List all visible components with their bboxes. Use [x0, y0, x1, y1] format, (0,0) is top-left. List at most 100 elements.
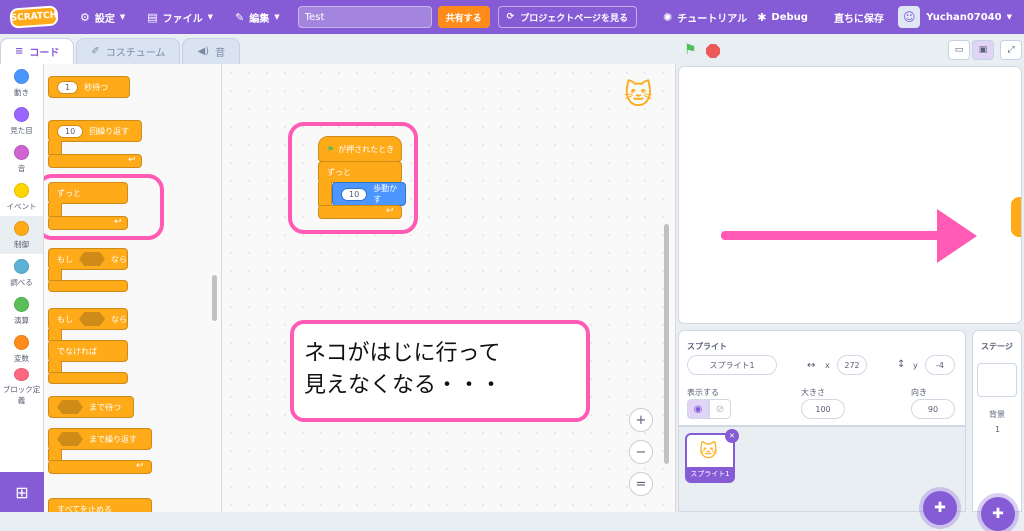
- category-control[interactable]: 制御: [0, 216, 43, 254]
- add-sprite-button[interactable]: ✚: [923, 491, 957, 525]
- debug-button[interactable]: ✱ Debug: [757, 11, 808, 24]
- category-dot-icon: [14, 296, 29, 312]
- stage-controls: ⚑ ▭ ▣ ⤢: [678, 38, 1024, 64]
- sprite-cat-icon: 🐱: [699, 441, 718, 462]
- stop-block[interactable]: すべてを止める: [48, 498, 152, 512]
- stop-icon[interactable]: [706, 44, 720, 58]
- repeat-arm: [48, 141, 62, 155]
- zoom-reset-button[interactable]: =: [629, 472, 653, 496]
- size-label: 大きさ: [801, 388, 825, 397]
- lightbulb-icon: ✺: [663, 10, 673, 24]
- annotation-arrow: [721, 231, 961, 240]
- category-sound[interactable]: 音: [0, 140, 43, 178]
- sprite-thumbnail-label: スプライト1: [687, 467, 733, 481]
- scratch-logo[interactable]: SCRATCH: [9, 5, 59, 29]
- zoom-in-button[interactable]: +: [629, 408, 653, 432]
- repeat-block[interactable]: 10 回繰り返す: [48, 120, 142, 142]
- loop-arrow-icon: ↩: [136, 461, 144, 471]
- show-label: 表示する: [687, 388, 719, 397]
- category-sensing[interactable]: 調べる: [0, 254, 43, 292]
- cat-plus-icon: ✚: [934, 500, 946, 516]
- boolean-slot[interactable]: [57, 400, 83, 414]
- category-dot-icon: [14, 182, 29, 198]
- if-else-block[interactable]: もし なら: [48, 308, 128, 330]
- tab-costume[interactable]: ✐ コスチューム: [76, 38, 181, 64]
- user-menu[interactable]: ☺ Yuchan07040 ▼: [898, 6, 1012, 28]
- fullscreen-icon: ⤢: [1007, 45, 1015, 55]
- category-dot-icon: [14, 368, 29, 381]
- category-variables[interactable]: 変数: [0, 330, 43, 368]
- settings-menu[interactable]: ⚙ 設定 ▼: [80, 10, 125, 25]
- caret-down-icon: ▼: [274, 13, 280, 21]
- category-my-blocks[interactable]: ブロック定義: [0, 368, 43, 406]
- direction-label: 向き: [911, 388, 927, 397]
- pencil-icon: ✎: [235, 10, 245, 24]
- edit-menu[interactable]: ✎ 編集 ▼: [235, 10, 280, 25]
- zoom-out-button[interactable]: −: [629, 440, 653, 464]
- else-label: でなければ: [48, 340, 128, 362]
- sprite-header: スプライト: [687, 342, 727, 351]
- category-dot-icon: [14, 106, 29, 122]
- x-input[interactable]: 272: [837, 355, 867, 375]
- avatar: ☺: [898, 6, 921, 28]
- tab-code[interactable]: ≡ コード: [0, 38, 75, 64]
- loop-arrow-icon: ↩: [128, 155, 136, 165]
- sprite-name-input[interactable]: スプライト1: [687, 355, 777, 375]
- normal-stage-icon: ▣: [978, 45, 988, 55]
- boolean-slot[interactable]: [57, 432, 83, 446]
- x-arrows-icon: ↔: [807, 360, 816, 371]
- tab-sound[interactable]: ◀) 音: [182, 38, 241, 64]
- category-operators[interactable]: 演算: [0, 292, 43, 330]
- stage-canvas[interactable]: [678, 66, 1022, 324]
- sprite-thumbnail[interactable]: 🐱 ✕ スプライト1: [685, 429, 739, 483]
- category-events[interactable]: イベント: [0, 178, 43, 216]
- x-label: x: [825, 361, 830, 370]
- boolean-slot[interactable]: [79, 312, 105, 326]
- menu-bar: SCRATCH ⚙設定▼ ▤ファイル▼ ✎編集▼ 共有する ⟳プロジェクトページ…: [0, 0, 1024, 34]
- y-input[interactable]: -4: [925, 355, 955, 375]
- project-page-button[interactable]: ⟳ プロジェクトページを見る: [497, 6, 638, 28]
- add-backdrop-button[interactable]: ✚: [981, 497, 1015, 531]
- file-menu[interactable]: ▤ ファイル ▼: [147, 10, 213, 25]
- extension-icon: ⊞: [15, 482, 29, 502]
- workspace-scrollbar[interactable]: [664, 224, 669, 464]
- backdrop-count: 1: [995, 425, 1001, 434]
- small-stage-icon: ▭: [954, 45, 964, 55]
- trash-icon[interactable]: ✕: [725, 429, 739, 443]
- speaker-icon: ◀): [197, 46, 210, 57]
- project-title-input[interactable]: [297, 6, 432, 28]
- palette-scrollbar[interactable]: [212, 275, 217, 321]
- small-stage-button[interactable]: ▭: [948, 40, 970, 60]
- category-motion[interactable]: 動き: [0, 64, 43, 102]
- direction-input[interactable]: 90: [911, 399, 955, 419]
- category-looks[interactable]: 見た目: [0, 102, 43, 140]
- save-now-button[interactable]: 直ちに保存: [834, 10, 884, 25]
- category-dot-icon: [14, 258, 29, 274]
- tutorial-button[interactable]: ✺ チュートリアル: [663, 10, 747, 25]
- repeat-until-block[interactable]: まで繰り返す: [48, 428, 152, 450]
- if-block[interactable]: もし なら: [48, 248, 128, 270]
- code-workspace[interactable]: 🐱 ⚑ が押されたとき ずっと 10 歩動かす ↩ ネコがはじに行って 見えなくなる…: [222, 64, 676, 512]
- normal-stage-button[interactable]: ▣: [972, 40, 994, 60]
- script-highlight: [288, 122, 418, 234]
- sprite-cat-edge: [1011, 197, 1021, 237]
- share-button[interactable]: 共有する: [437, 6, 490, 28]
- add-extension-button[interactable]: ⊞: [0, 472, 44, 512]
- stage-panel[interactable]: ステージ 背景 1 ✚: [972, 330, 1022, 531]
- show-sprite-button[interactable]: ◉: [687, 399, 709, 419]
- hide-sprite-button[interactable]: ⊘: [709, 399, 731, 419]
- fullscreen-button[interactable]: ⤢: [1000, 40, 1022, 60]
- wait-until-block[interactable]: まで待つ: [48, 396, 134, 418]
- boolean-slot[interactable]: [79, 252, 105, 266]
- caret-down-icon: ▼: [1006, 13, 1012, 21]
- category-dot-icon: [14, 68, 29, 84]
- green-flag-icon[interactable]: ⚑: [684, 42, 697, 58]
- wait-block[interactable]: 1 秒待つ: [48, 76, 130, 98]
- backdrop-thumbnail[interactable]: [977, 363, 1017, 397]
- file-icon: ▤: [147, 10, 158, 24]
- backdrop-label: 背景: [989, 410, 1005, 419]
- size-input[interactable]: 100: [801, 399, 845, 419]
- debug-icon: ✱: [757, 10, 767, 24]
- sprite-list: 🐱 ✕ スプライト1 ✚: [678, 426, 966, 525]
- sprite-cat-icon: 🐱: [623, 78, 653, 111]
